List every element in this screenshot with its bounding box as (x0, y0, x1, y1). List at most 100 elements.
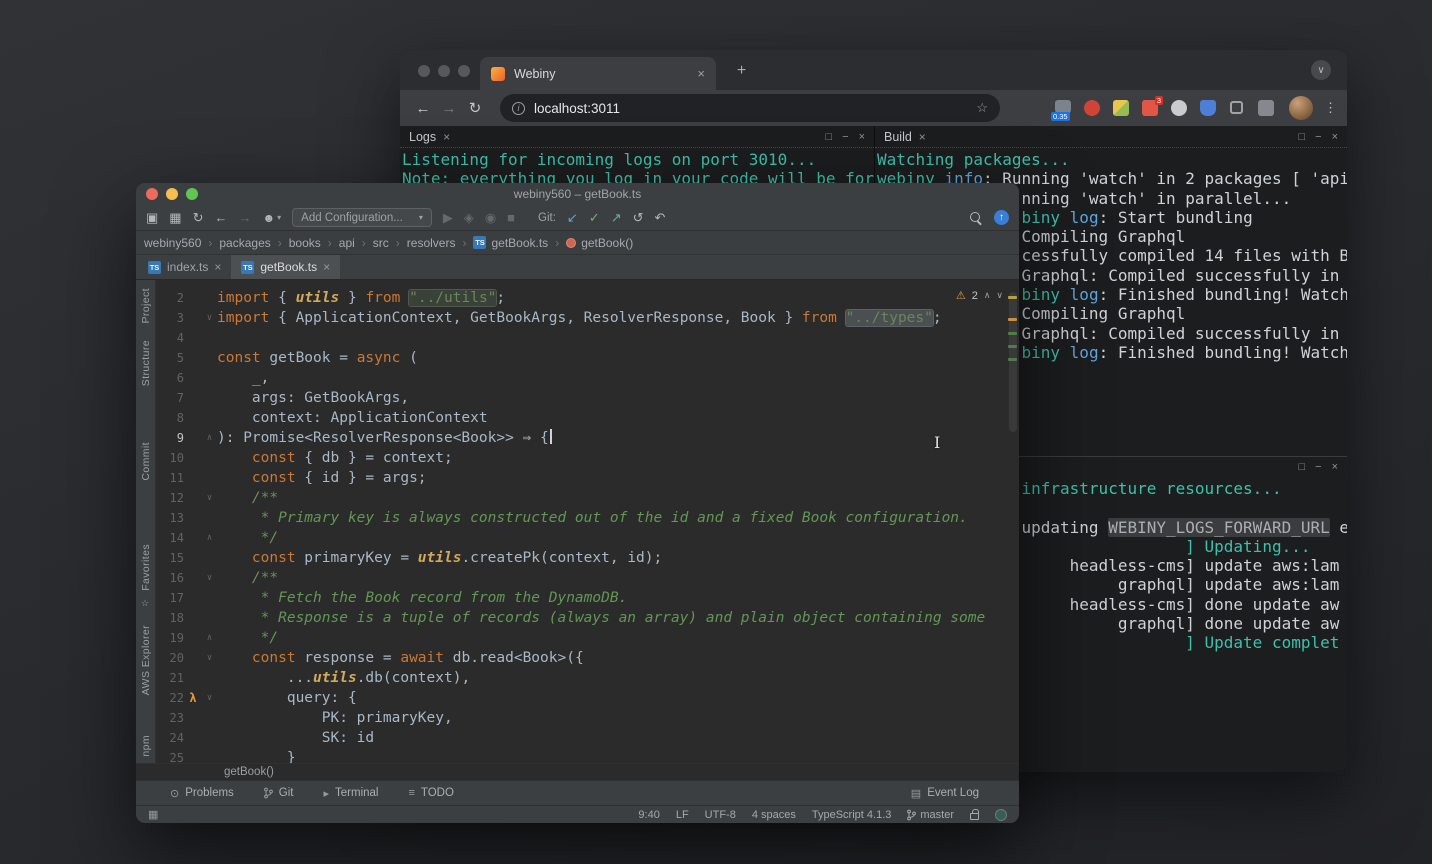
browser-tab[interactable]: Webiny × (480, 57, 716, 90)
git-tool-button[interactable]: Git (264, 787, 294, 799)
address-bar[interactable]: i localhost:3011 ☆ (500, 94, 1000, 122)
tool-window-stripe-button[interactable]: Project (140, 288, 152, 323)
navigate-forward-icon[interactable]: → (239, 211, 252, 224)
fold-marker-icon[interactable]: ∨ (202, 308, 217, 328)
git-history-icon[interactable]: ↶ (655, 211, 666, 224)
fold-marker-icon[interactable]: ∨ (202, 688, 217, 708)
minimize-panel-icon[interactable]: − (1315, 461, 1321, 473)
extension-icon[interactable] (1228, 99, 1246, 117)
line-separator[interactable]: LF (676, 809, 689, 821)
minimize-window-button[interactable] (438, 65, 450, 77)
fold-marker-icon[interactable]: ∨ (202, 648, 217, 668)
caret-position[interactable]: 9:40 (638, 809, 659, 821)
breadcrumb-item[interactable]: ›packages (201, 236, 270, 250)
browser-menu-icon[interactable]: ⋮ (1324, 100, 1337, 116)
tool-window-stripe-button[interactable]: Commit (140, 442, 152, 481)
ide-update-icon[interactable]: ↑ (994, 210, 1009, 225)
zoom-window-button[interactable] (458, 65, 470, 77)
extension-icon[interactable] (1083, 99, 1101, 117)
scroll-warning-mark[interactable] (1008, 318, 1017, 321)
bookmark-star-icon[interactable]: ☆ (976, 100, 988, 116)
close-panel-icon[interactable]: × (1332, 461, 1338, 473)
scroll-warning-mark[interactable] (1008, 296, 1017, 299)
git-commit-icon[interactable]: ✓ (589, 211, 600, 224)
forward-button[interactable]: → (436, 95, 462, 121)
git-push-icon[interactable]: ↗ (611, 211, 622, 224)
fold-marker-icon[interactable]: ∧ (202, 428, 217, 448)
extension-icon[interactable] (1170, 99, 1188, 117)
search-everywhere-icon[interactable] (969, 211, 983, 225)
build-tab-label[interactable]: Build (884, 130, 912, 144)
close-panel-icon[interactable]: × (1332, 131, 1338, 143)
event-log-button[interactable]: ▤Event Log (911, 787, 979, 800)
open-project-icon[interactable]: ▣ (146, 211, 158, 224)
tool-window-stripe-button[interactable]: Favorites (140, 544, 152, 591)
save-all-icon[interactable]: ▦ (169, 211, 181, 224)
reload-button[interactable]: ↻ (462, 95, 488, 121)
tool-window-stripe-button[interactable]: AWS Explorer (140, 625, 152, 695)
ide-title-bar[interactable]: webiny560 – getBook.ts (136, 183, 1019, 205)
browser-chevron-button[interactable]: ∨ (1311, 60, 1331, 80)
float-panel-icon[interactable]: □ (1298, 131, 1305, 143)
run-configuration-select[interactable]: Add Configuration...▾ (292, 208, 432, 227)
extension-icon[interactable]: 3 (1141, 99, 1159, 117)
fold-marker-icon[interactable]: ∧ (202, 628, 217, 648)
stop-icon[interactable]: ■ (507, 211, 515, 224)
breadcrumb-item[interactable]: ›books (271, 236, 321, 250)
git-rollback-icon[interactable]: ↺ (633, 211, 644, 224)
run-with-profile-icon[interactable]: ☻▾ (263, 211, 282, 225)
scroll-change-mark[interactable] (1008, 332, 1017, 335)
fold-marker-icon[interactable]: ∨ (202, 488, 217, 508)
fold-marker-icon[interactable]: ∨ (202, 568, 217, 588)
scroll-change-mark[interactable] (1008, 358, 1017, 361)
extension-icon[interactable] (1257, 99, 1275, 117)
indent-style[interactable]: 4 spaces (752, 809, 796, 821)
extension-icon[interactable] (1199, 99, 1217, 117)
coverage-icon[interactable]: ◈ (464, 211, 474, 224)
breadcrumb-scope[interactable]: getBook() (224, 766, 274, 778)
back-button[interactable]: ← (410, 95, 436, 121)
editor-scrollbar[interactable] (1009, 292, 1017, 432)
previous-warning-icon[interactable]: ∧ (984, 290, 991, 301)
new-tab-button[interactable]: + (732, 61, 751, 80)
profile-avatar[interactable] (1289, 96, 1313, 120)
close-logs-tab-icon[interactable]: × (443, 130, 450, 144)
site-info-icon[interactable]: i (512, 102, 525, 115)
minimize-panel-icon[interactable]: − (1315, 131, 1321, 143)
float-panel-icon[interactable]: □ (825, 131, 832, 143)
inspections-widget[interactable]: ⚠ 2 ∧ ∨ (956, 289, 1003, 302)
close-tab-icon[interactable]: × (214, 260, 221, 274)
editor-tab[interactable]: getBook.ts× (231, 255, 340, 279)
problems-tool-button[interactable]: ⊙Problems (170, 787, 234, 800)
status-indicator-icon[interactable] (995, 809, 1007, 821)
editor[interactable]: 2import { utils } from "../utils";3∨impo… (156, 280, 1019, 763)
editor-tab[interactable]: index.ts× (138, 255, 231, 279)
next-warning-icon[interactable]: ∨ (996, 290, 1003, 301)
lock-icon[interactable] (970, 813, 979, 820)
scroll-change-mark[interactable] (1008, 345, 1017, 348)
close-tab-icon[interactable]: × (323, 260, 330, 274)
git-branch-widget[interactable]: master (907, 809, 954, 821)
terminal-tool-button[interactable]: ▸Terminal (324, 787, 379, 800)
extension-icon[interactable]: 0.35 (1054, 99, 1072, 117)
close-tab-icon[interactable]: × (697, 66, 705, 81)
breadcrumb-item[interactable]: ›getBook.ts (455, 236, 548, 250)
profiler-icon[interactable]: ◉ (485, 211, 496, 224)
breadcrumb-item[interactable]: ›getBook() (548, 236, 633, 250)
todo-tool-button[interactable]: ≡TODO (409, 787, 454, 799)
breadcrumb-item[interactable]: ›webiny560 (144, 236, 201, 250)
tool-window-stripe-button[interactable]: npm (140, 735, 152, 757)
extension-icon[interactable] (1112, 99, 1130, 117)
breadcrumb-item[interactable]: ›src (355, 236, 389, 250)
logs-tab-label[interactable]: Logs (409, 130, 436, 144)
breadcrumb-item[interactable]: ›resolvers (389, 236, 456, 250)
tool-window-stripe-button[interactable]: Structure (140, 340, 152, 386)
close-panel-icon[interactable]: × (859, 131, 865, 143)
gutter-run-icon[interactable]: λ (184, 688, 202, 708)
close-window-button[interactable] (418, 65, 430, 77)
breadcrumb-item[interactable]: ›api (321, 236, 355, 250)
git-update-icon[interactable]: ↙ (567, 211, 578, 224)
float-panel-icon[interactable]: □ (1298, 461, 1305, 473)
close-build-tab-icon[interactable]: × (919, 130, 926, 144)
minimize-panel-icon[interactable]: − (842, 131, 848, 143)
